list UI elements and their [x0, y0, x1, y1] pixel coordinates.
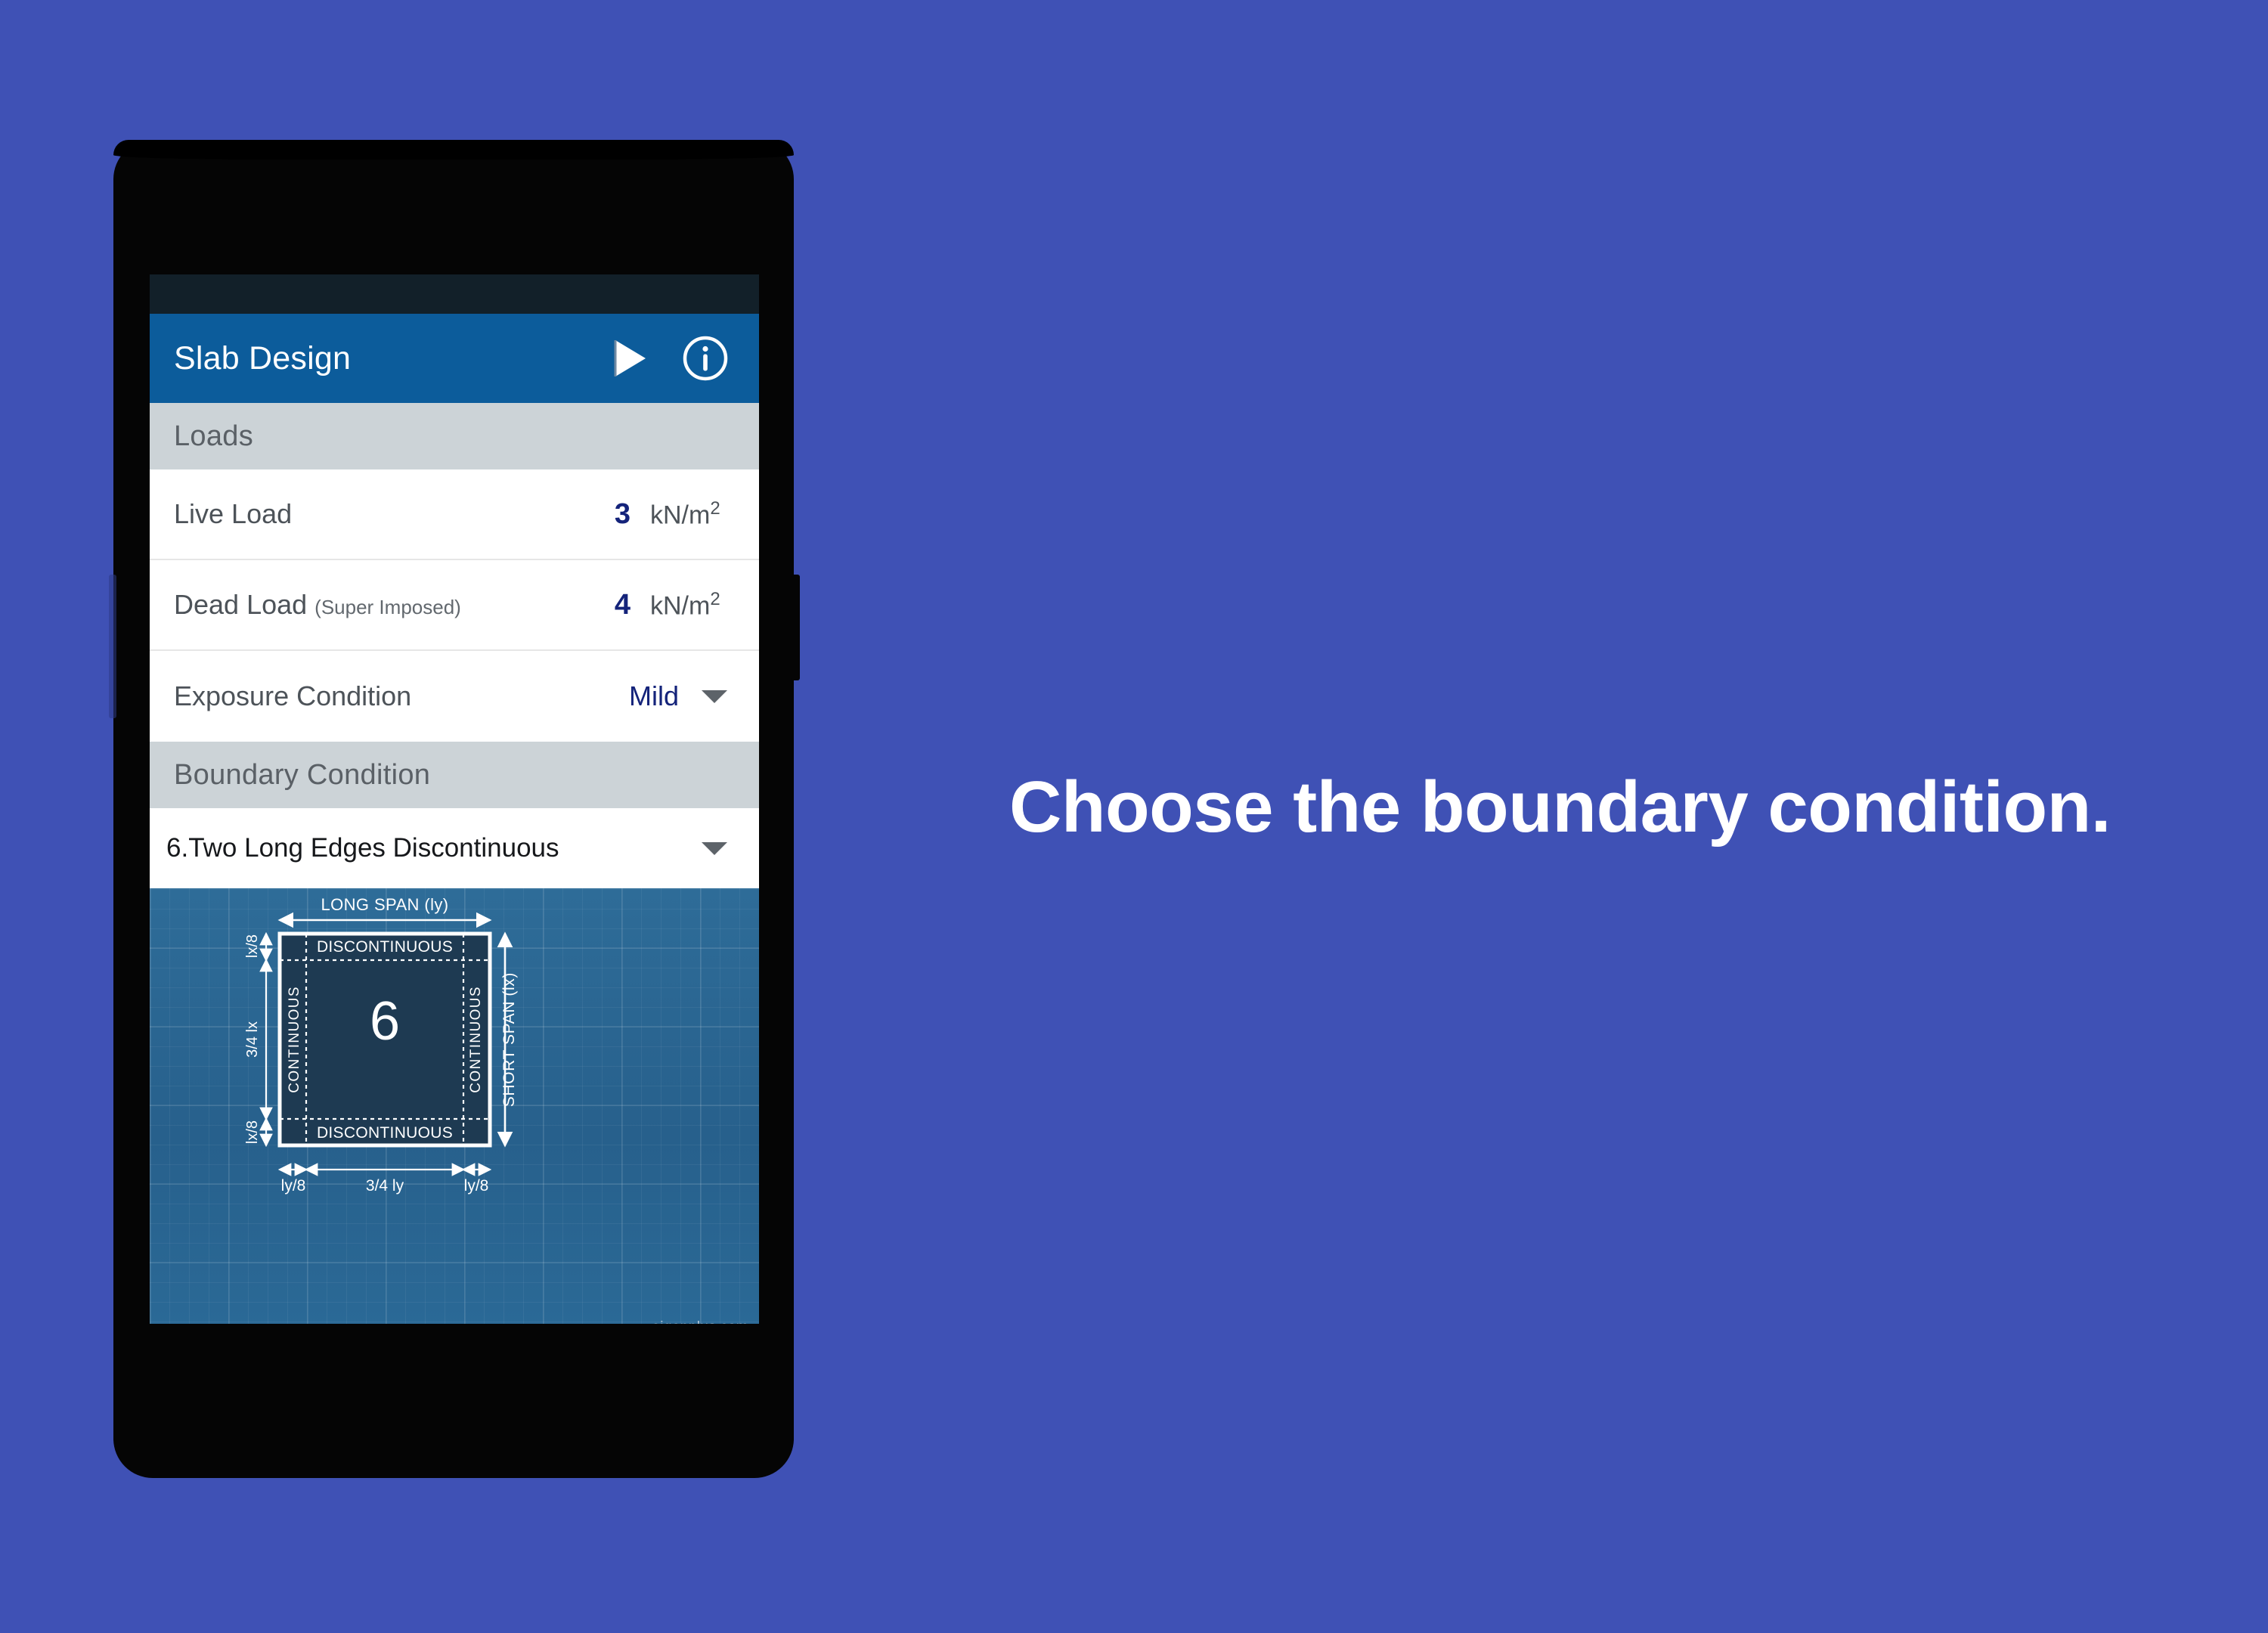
- row-dead-load-unit-sup: 2: [710, 588, 720, 609]
- row-dead-load-label: Dead Load (Super Imposed): [174, 589, 578, 621]
- power-button[interactable]: [791, 575, 800, 680]
- diagram-bottom-dim-3: ly/8: [463, 1177, 489, 1195]
- row-dead-load-value[interactable]: 4: [578, 589, 631, 621]
- volume-button[interactable]: [109, 575, 116, 718]
- row-dead-load-label-text: Dead Load: [174, 589, 308, 620]
- row-dead-load[interactable]: Dead Load (Super Imposed) 4 kN/m2: [150, 560, 759, 651]
- row-exposure-condition[interactable]: Exposure Condition Mild: [150, 651, 759, 742]
- diagram-bottom-dim-2: 3/4 ly: [365, 1177, 404, 1195]
- section-header-loads: Loads: [150, 403, 759, 469]
- row-live-load-unit-sup: 2: [710, 497, 720, 519]
- exposure-condition-value[interactable]: Mild: [629, 680, 679, 712]
- diagram-bottom-edge-label: DISCONTINUOUS: [316, 1124, 454, 1142]
- row-live-load[interactable]: Live Load 3 kN/m2: [150, 469, 759, 560]
- row-live-load-unit-text: kN/m: [650, 500, 711, 530]
- app-bar: Slab Design: [150, 314, 759, 403]
- section-header-boundary-condition-label: Boundary Condition: [174, 758, 431, 791]
- row-dead-load-unit: kN/m2: [650, 589, 739, 621]
- row-exposure-condition-label-text: Exposure Condition: [174, 680, 412, 711]
- diagram-left-dim-1: lx/8: [243, 934, 261, 959]
- chevron-down-icon[interactable]: [702, 689, 727, 703]
- phone-screen: Slab Design Loads Live Load 3 kN/m2 Dead…: [150, 274, 759, 1324]
- diagram-top-edge-label: DISCONTINUOUS: [316, 938, 454, 956]
- diagram-short-span-label: SHORT SPAN (lx): [500, 971, 518, 1108]
- status-bar: [150, 274, 759, 314]
- diagram-left-dim-3: lx/8: [243, 1120, 261, 1145]
- chevron-down-icon-boundary[interactable]: [702, 841, 727, 855]
- boundary-condition-dropdown[interactable]: 6.Two Long Edges Discontinuous: [150, 808, 759, 888]
- row-exposure-condition-label: Exposure Condition: [174, 680, 629, 712]
- diagram-left-dim-2: 3/4 lx: [243, 1021, 261, 1058]
- row-live-load-label-text: Live Load: [174, 498, 293, 529]
- row-dead-load-sublabel: (Super Imposed): [314, 596, 461, 618]
- row-live-load-unit: kN/m2: [650, 498, 739, 530]
- info-icon[interactable]: [680, 333, 730, 383]
- boundary-condition-diagram: LONG SPAN (ly) DISCONTINUOUS DISCONTINUO…: [150, 888, 759, 1324]
- row-dead-load-unit-text: kN/m: [650, 591, 711, 621]
- play-icon[interactable]: [600, 331, 655, 386]
- row-live-load-label: Live Load: [174, 498, 578, 530]
- section-header-boundary-condition: Boundary Condition: [150, 742, 759, 808]
- boundary-condition-value: 6.Two Long Edges Discontinuous: [166, 833, 559, 863]
- instruction-caption: Choose the boundary condition.: [1009, 767, 2111, 847]
- section-header-loads-label: Loads: [174, 420, 254, 452]
- diagram-long-span-label: LONG SPAN (ly): [321, 895, 449, 914]
- diagram-watermark: eigenplus.com: [652, 1319, 748, 1324]
- phone-device: Slab Design Loads Live Load 3 kN/m2 Dead…: [109, 140, 800, 1478]
- diagram-case-number: 6: [369, 991, 401, 1052]
- row-live-load-value[interactable]: 3: [578, 498, 631, 531]
- page-title: Slab Design: [174, 339, 352, 376]
